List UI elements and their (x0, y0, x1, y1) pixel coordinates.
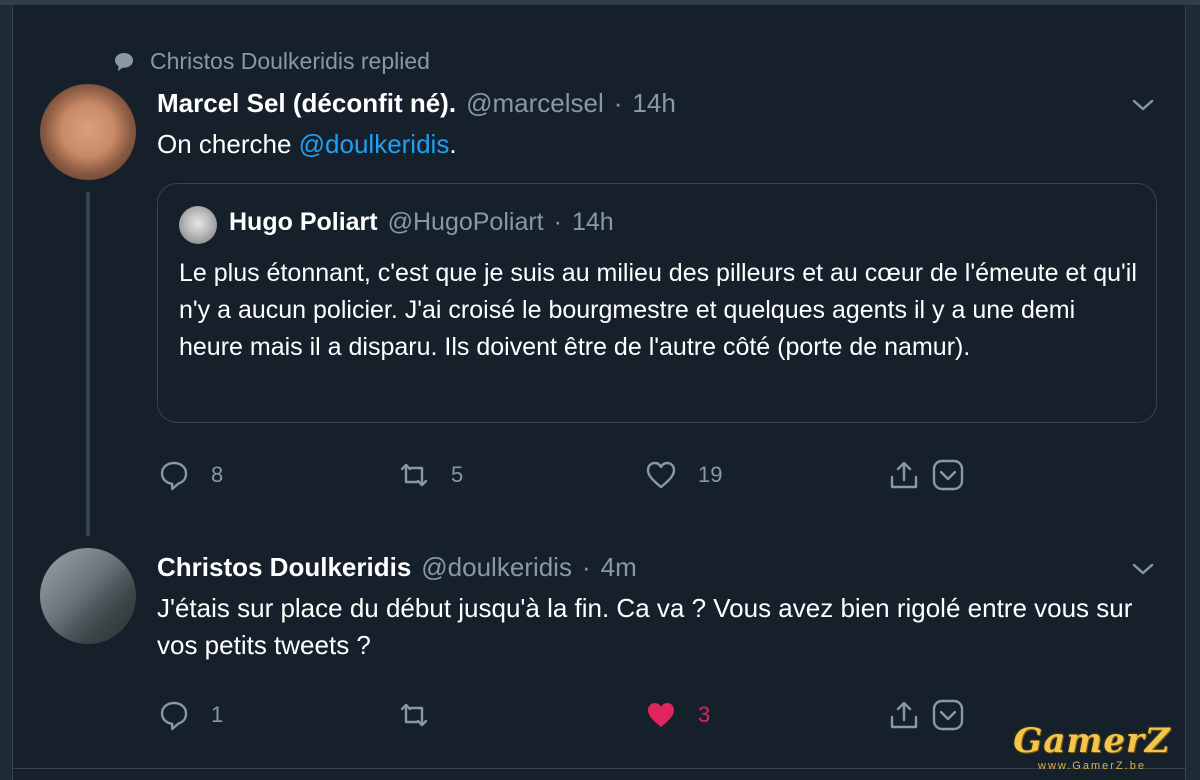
share-icon (890, 701, 918, 729)
reply-count: 8 (211, 462, 224, 487)
quoted-tweet-text: Le plus étonnant, c'est que je suis au m… (179, 259, 1137, 361)
reply-count: 1 (211, 702, 224, 727)
tweet1-timestamp[interactable]: 14h (632, 88, 675, 119)
tweet1-author-name[interactable]: Marcel Sel (déconfit né). (157, 88, 456, 119)
chevron-down-icon[interactable] (1130, 556, 1156, 582)
tweet1-mention-link[interactable]: @doulkeridis (299, 129, 450, 159)
heart-filled-icon (648, 703, 674, 727)
tweet1-separator: · (613, 88, 623, 118)
tweet2-author-handle[interactable]: @doulkeridis (421, 552, 572, 583)
window-frame-left (0, 5, 13, 780)
reply-icon (160, 701, 188, 731)
heart-icon (646, 461, 676, 489)
quoted-tweet-header: Hugo Poliart @HugoPoliart · 14h (229, 208, 614, 237)
window-frame-right (1185, 5, 1200, 780)
bookmark-button[interactable] (931, 458, 965, 492)
tweet1-header: Marcel Sel (déconfit né). @marcelsel · 1… (157, 88, 676, 119)
avatar-hugo[interactable] (179, 206, 217, 244)
chevron-down-icon[interactable] (1130, 92, 1156, 118)
thread-line (86, 192, 90, 536)
share-button[interactable] (887, 458, 921, 492)
tweet2-header: Christos Doulkeridis @doulkeridis · 4m (157, 552, 637, 583)
gamerz-watermark: GamerZ www.GamerZ.be (1002, 722, 1182, 776)
retweet-count: 5 (451, 462, 464, 487)
tweet2-text: J'étais sur place du début jusqu'à la fi… (157, 593, 1133, 660)
avatar-marcel[interactable] (40, 84, 136, 180)
bookmark-button[interactable] (931, 698, 965, 732)
speech-bubble-icon (115, 52, 133, 71)
tweet1-text: On cherche @doulkeridis. (157, 126, 457, 163)
reply-button[interactable]: 8 (157, 458, 223, 492)
tweet1-text-before: On cherche (157, 129, 299, 159)
like-button-active[interactable]: 3 (644, 698, 710, 732)
reply-icon (160, 461, 188, 491)
like-button[interactable]: 19 (644, 458, 722, 492)
tweet2-author-name[interactable]: Christos Doulkeridis (157, 552, 411, 583)
retweet-icon (400, 463, 428, 487)
watermark-url: www.GamerZ.be (1038, 760, 1146, 772)
tweet2-separator: · (581, 552, 591, 582)
like-count: 3 (698, 702, 711, 727)
share-button[interactable] (887, 698, 921, 732)
bookmark-chevron-icon (932, 699, 964, 731)
tweet2-timestamp[interactable]: 4m (601, 552, 637, 583)
tweet1-actions: 8 5 19 (157, 458, 977, 498)
replied-context: Christos Doulkeridis replied (112, 48, 430, 75)
avatar-christos[interactable] (40, 548, 136, 644)
quoted-timestamp[interactable]: 14h (572, 208, 614, 237)
tweet1-text-after: . (449, 129, 457, 159)
retweet-button[interactable]: 5 (397, 458, 463, 492)
quoted-author-handle[interactable]: @HugoPoliart (388, 208, 544, 237)
tweet1-author-handle[interactable]: @marcelsel (466, 88, 604, 119)
watermark-logo: GamerZ (1013, 721, 1171, 761)
like-count: 19 (698, 462, 723, 487)
quoted-separator: · (553, 208, 562, 236)
bookmark-chevron-icon (932, 459, 964, 491)
share-icon (890, 461, 918, 489)
retweet-button[interactable] (397, 698, 451, 732)
quoted-author-name[interactable]: Hugo Poliart (229, 208, 378, 237)
retweet-icon (400, 703, 428, 727)
tweet2-actions: 1 3 (157, 698, 977, 738)
window-top-strip (0, 0, 1200, 5)
replied-label: Christos Doulkeridis replied (150, 48, 430, 74)
reply-button[interactable]: 1 (157, 698, 223, 732)
